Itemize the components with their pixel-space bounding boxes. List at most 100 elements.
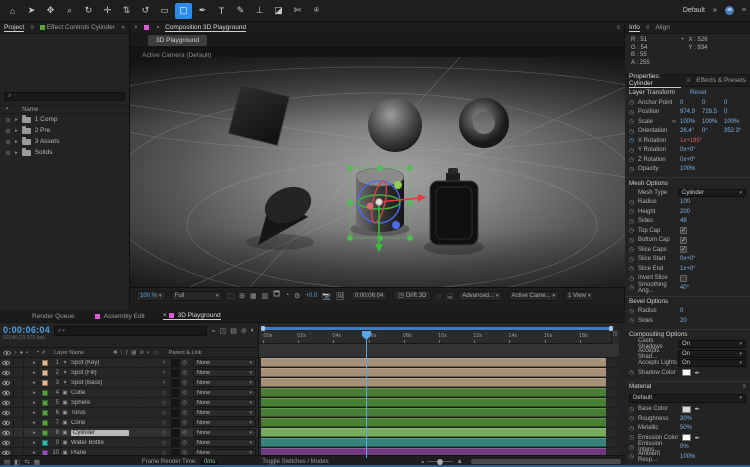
label-color-swatch[interactable] — [42, 420, 48, 426]
pickwhip-icon[interactable]: ◎ — [182, 409, 191, 416]
mini-flowchart-icon[interactable]: ⌁ — [211, 327, 215, 335]
lock-icon[interactable]: ▪ — [26, 350, 28, 356]
threed-switch-icon[interactable]: ◇ — [153, 350, 157, 356]
table-row[interactable]: ▸ 6 ▣ Torus · ◇ ◎ None▾ — [0, 408, 258, 418]
table-row[interactable]: ▸ 4 ▣ Cube · ◇ ◎ None▾ — [0, 388, 258, 398]
active-camera-label[interactable]: Active Camera (Default) — [142, 52, 211, 59]
solo-icon[interactable]: ● — [20, 350, 23, 356]
pen-tool[interactable]: ✒ — [194, 3, 211, 19]
layer-name[interactable]: Spot (Fill) — [71, 370, 129, 376]
exposure-value[interactable]: +0.0 — [305, 293, 317, 299]
pickwhip-icon[interactable]: ◎ — [182, 439, 191, 446]
disclosure-icon[interactable]: ▸ — [33, 380, 40, 386]
eye-icon[interactable] — [2, 440, 11, 446]
lock-cell[interactable] — [23, 379, 31, 387]
metallic-row[interactable]: ◷Metallic50% — [625, 424, 750, 434]
mesh-type-dropdown[interactable]: Cylinder▾ — [678, 189, 746, 197]
threed-switch[interactable]: ◇ — [159, 410, 169, 416]
tab-properties[interactable]: Properties: Cylinder — [629, 73, 681, 88]
label-color-swatch[interactable] — [42, 370, 48, 376]
roughness-row[interactable]: ◷Roughness30% — [625, 414, 750, 424]
shadow-color-swatch[interactable] — [682, 369, 691, 376]
quality-switch-icon[interactable]: \ — [121, 350, 123, 356]
pan-camera-tool[interactable]: ✛ — [99, 3, 116, 19]
disclosure-icon[interactable]: ▸ — [33, 360, 40, 366]
radius-row[interactable]: ◷Radius100 — [625, 198, 750, 208]
layer-duration-row[interactable] — [259, 378, 619, 388]
eraser-tool[interactable]: ◪ — [270, 3, 287, 19]
project-search-input[interactable]: ⌕ — [4, 92, 125, 101]
threed-switch[interactable]: ◇ — [159, 390, 169, 396]
layer-duration-bar[interactable] — [261, 408, 606, 417]
threed-switch[interactable]: ◇ — [159, 430, 169, 436]
shadow-color-row[interactable]: ◷Shadow Color✒ — [625, 368, 750, 378]
current-timecode[interactable]: 0:00:06:04 — [3, 325, 50, 335]
disclosure-icon[interactable]: ▸ — [33, 430, 40, 436]
fx-switch-icon[interactable]: ƒ — [125, 350, 128, 356]
threed-switch[interactable]: ◇ — [159, 420, 169, 426]
emission-color-swatch[interactable] — [682, 434, 691, 441]
home-tool[interactable]: ⌂ — [4, 3, 21, 19]
tab-effects-presets[interactable]: Effects & Presets — [696, 77, 746, 84]
zoom-in-icon[interactable]: ▲ — [456, 458, 463, 465]
motion-blur-icon[interactable]: ◐ — [251, 327, 255, 334]
draft-3d-icon[interactable]: ◳ — [220, 327, 227, 335]
exposure-gear-icon[interactable]: ⚙ — [294, 292, 300, 300]
extended-viewer-icon[interactable]: ⬓ — [447, 292, 454, 300]
workspace-overflow[interactable]: » — [713, 7, 717, 14]
orbit-camera-tool[interactable]: ↻ — [80, 3, 97, 19]
disclosure-icon[interactable]: ▸ — [33, 400, 40, 406]
lock-cell[interactable] — [23, 369, 31, 377]
disclosure-icon[interactable]: ▸ — [33, 420, 40, 426]
work-area-bar[interactable] — [262, 327, 612, 330]
draft-3d-button[interactable]: ◳Drift 3D — [393, 290, 431, 301]
accepts-shadows-row[interactable]: Accepts Shad...On▾ — [625, 349, 750, 359]
smoothing-angle-row[interactable]: ◷Smoothing Ang...40° — [625, 283, 750, 293]
sphere-object[interactable] — [368, 98, 422, 152]
eye-icon[interactable] — [2, 420, 11, 426]
parent-dropdown[interactable]: None▾ — [193, 379, 256, 387]
eye-icon[interactable] — [2, 370, 11, 376]
tab-info[interactable]: Info — [629, 24, 640, 32]
parent-dropdown[interactable]: None▾ — [193, 429, 256, 437]
reset-button[interactable]: Reset — [690, 89, 746, 96]
layer-name[interactable]: Water Bottle — [71, 440, 129, 446]
layer-duration-bar[interactable] — [261, 438, 606, 447]
parent-dropdown[interactable]: None▾ — [193, 399, 256, 407]
layer-name[interactable]: Cube — [71, 390, 129, 396]
layer-duration-row[interactable] — [259, 418, 619, 428]
tab-composition[interactable]: Composition 3D Playground — [165, 24, 246, 32]
timeline-tab[interactable]: × 3D Playground — [163, 312, 221, 320]
anchor-point-row[interactable]: ◷Anchor Point000 — [625, 98, 750, 108]
view-count-dropdown[interactable]: 1 View▾ — [564, 291, 594, 301]
audio-cell[interactable] — [13, 359, 21, 367]
opacity-row[interactable]: ◷Opacity100% — [625, 165, 750, 175]
layer-name[interactable]: Spot (Back) — [71, 380, 129, 386]
label-color-swatch[interactable] — [42, 400, 48, 406]
label-color-swatch[interactable] — [42, 440, 48, 446]
clone-stamp-tool[interactable]: ⊥ — [251, 3, 268, 19]
bottom-cap-checkbox[interactable]: ✓ — [680, 237, 687, 244]
pickwhip-icon[interactable]: ◎ — [182, 429, 191, 436]
link-icon[interactable]: ∞ — [672, 119, 680, 125]
mask-rect-tool[interactable]: ▭ — [156, 3, 173, 19]
zoom-out-icon[interactable]: ▴ — [422, 459, 425, 465]
audio-cell[interactable] — [13, 369, 21, 377]
toggle-switches-modes[interactable]: Toggle Switches / Modes — [262, 459, 328, 465]
panel-menu-icon[interactable]: ≡ — [30, 25, 34, 31]
invert-slice-checkbox[interactable] — [680, 275, 687, 282]
table-row[interactable]: ▸ 7 ▣ Cone · ◇ ◎ None▾ — [0, 418, 258, 428]
adjustment-switch-icon[interactable]: ◐ — [147, 350, 150, 356]
timeline-track-area[interactable]: :00s02s04s06s08s10s12s14s16s18s ◳ — [258, 323, 618, 455]
eye-icon[interactable] — [2, 380, 11, 386]
eye-icon[interactable] — [2, 390, 11, 396]
layer-duration-row[interactable] — [259, 388, 619, 398]
lock-cell[interactable] — [23, 359, 31, 367]
close-icon[interactable]: × — [163, 312, 167, 319]
disclosure-icon[interactable]: ▸ — [15, 117, 18, 123]
threed-switch[interactable]: ✧ — [159, 360, 169, 366]
parent-dropdown[interactable]: None▾ — [193, 439, 256, 447]
comp-marker-bin[interactable]: ◳ — [611, 331, 618, 344]
close-icon[interactable]: × — [134, 24, 138, 31]
resolution-dropdown[interactable]: Full▾ — [171, 291, 223, 301]
